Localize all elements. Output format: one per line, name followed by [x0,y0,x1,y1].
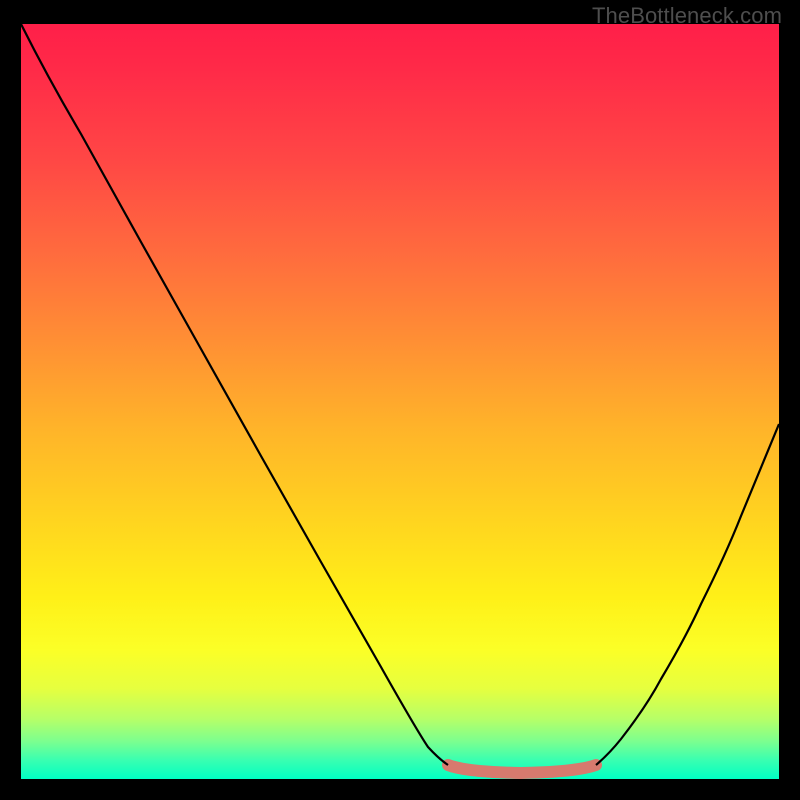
watermark-text: TheBottleneck.com [592,3,782,29]
curve-left [21,24,448,765]
chart-frame: TheBottleneck.com [0,0,800,800]
curve-right [596,424,779,765]
curve-layer [21,24,779,779]
valley-highlight [448,765,596,773]
plot-area [21,24,779,779]
